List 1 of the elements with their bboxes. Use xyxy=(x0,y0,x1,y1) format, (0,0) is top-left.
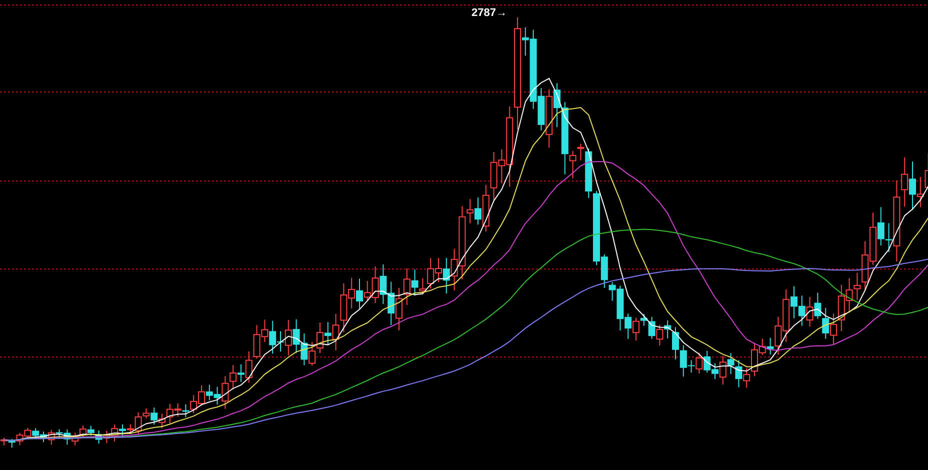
peak-price-label: 2787→ xyxy=(472,7,507,20)
